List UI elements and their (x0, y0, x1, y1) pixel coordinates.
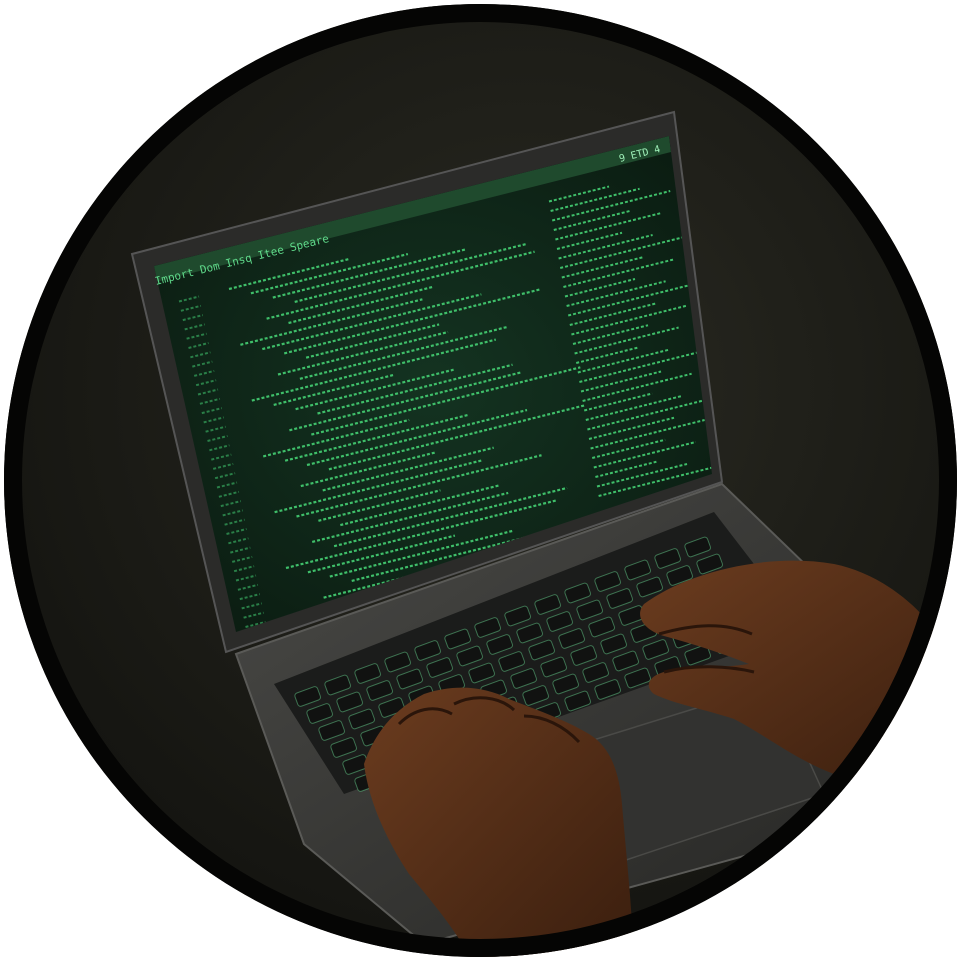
photo-frame: Import Dom Insq Itee Speare 9 ETD 4 (0, 0, 961, 961)
laptop-scene: Import Dom Insq Itee Speare 9 ETD 4 (130, 110, 957, 957)
circular-photo: Import Dom Insq Itee Speare 9 ETD 4 (4, 4, 957, 957)
